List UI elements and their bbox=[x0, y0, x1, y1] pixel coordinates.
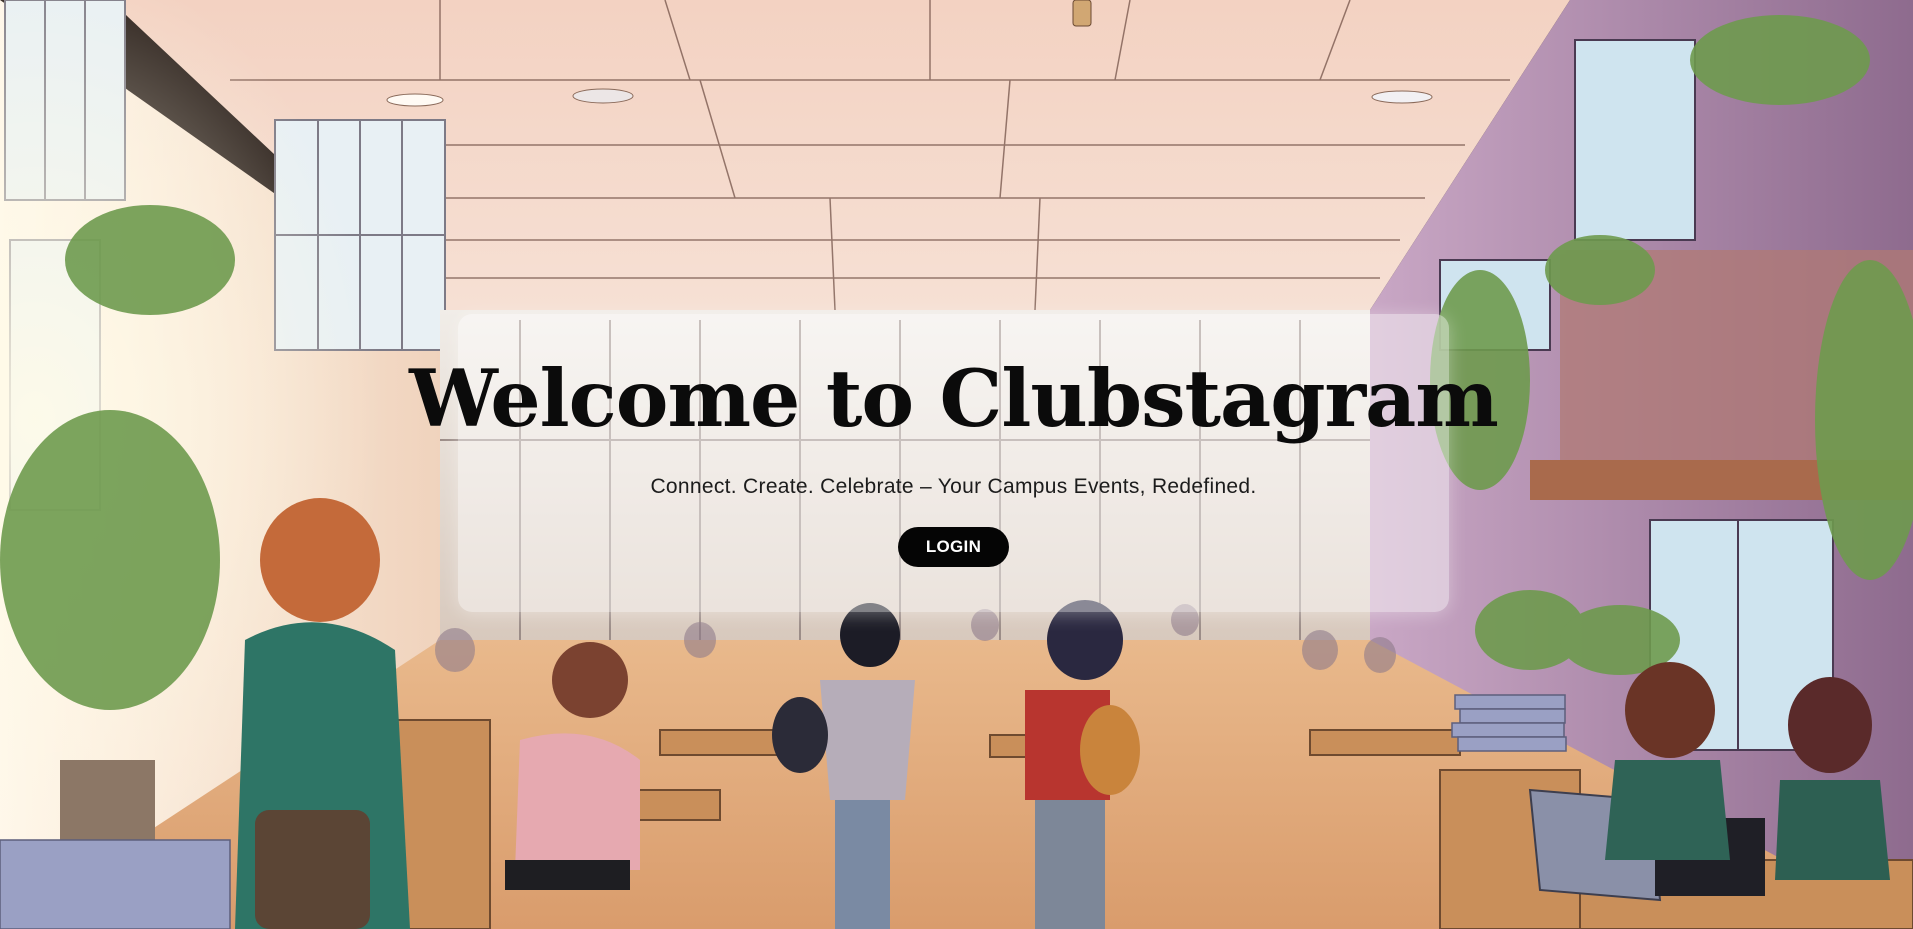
landing-page: Welcome to Clubstagram Connect. Create. … bbox=[0, 0, 1913, 929]
page-title: Welcome to Clubstagram bbox=[409, 352, 1499, 445]
hero-card: Welcome to Clubstagram Connect. Create. … bbox=[409, 314, 1499, 612]
hero-tagline: Connect. Create. Celebrate – Your Campus… bbox=[650, 474, 1257, 498]
login-button[interactable]: LOGIN bbox=[898, 526, 1009, 567]
